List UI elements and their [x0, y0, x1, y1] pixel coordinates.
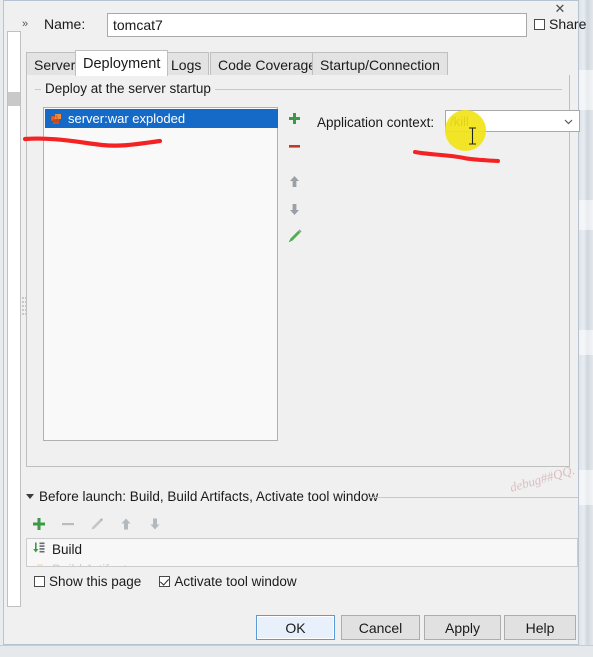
tab-deployment[interactable]: Deployment — [75, 50, 169, 76]
desktop-right-strip — [579, 0, 593, 657]
edit-button[interactable] — [284, 225, 305, 247]
artifacts-icon — [32, 561, 46, 566]
tree-selected-row[interactable] — [8, 92, 20, 106]
name-row: » Name: Share — [22, 13, 586, 39]
arrow-down-icon — [290, 203, 299, 215]
screenshot-root: ✕ » Name: Share Server Deployment Log — [0, 0, 593, 657]
before-launch-toolbar — [30, 512, 190, 536]
tab-code-coverage[interactable]: Code Coverage — [210, 52, 325, 75]
tab-startup-connection[interactable]: Startup/Connection — [312, 52, 448, 75]
apply-button[interactable]: Apply — [424, 615, 501, 640]
move-task-up-button[interactable] — [117, 515, 134, 534]
arrow-up-icon — [121, 518, 130, 530]
plus-icon — [32, 518, 45, 530]
build-icon — [32, 541, 46, 558]
task-label: Build Artifacts — [52, 562, 134, 567]
deployment-list[interactable]: server:war exploded — [43, 107, 278, 441]
show-this-page-label: Show this page — [49, 574, 142, 589]
before-launch-divider — [368, 497, 578, 498]
add-task-button[interactable] — [30, 515, 47, 534]
pencil-icon — [91, 518, 103, 530]
plus-icon — [289, 112, 300, 124]
list-item[interactable]: server:war exploded — [45, 109, 278, 128]
ok-button[interactable]: OK — [256, 615, 335, 640]
deploy-group: Deploy at the server startup server:war … — [35, 81, 580, 456]
share-checkbox-box[interactable] — [534, 18, 545, 30]
deployment-tab-panel: Deploy at the server startup server:war … — [26, 75, 580, 467]
cancel-button[interactable]: Cancel — [341, 615, 420, 640]
arrow-down-icon — [150, 518, 159, 530]
list-item[interactable]: Build Artifacts — [27, 559, 577, 567]
tab-logs[interactable]: Logs — [163, 52, 210, 75]
name-label: Name: — [44, 16, 86, 32]
show-this-page-checkbox-box[interactable] — [34, 576, 45, 587]
pencil-icon — [288, 229, 302, 242]
list-item[interactable]: Build — [27, 539, 577, 559]
minus-icon — [61, 523, 74, 526]
desktop-bottom-strip — [0, 645, 593, 657]
before-launch-header: Before launch: Build, Build Artifacts, A… — [26, 489, 378, 504]
help-button[interactable]: Help — [504, 615, 576, 640]
activate-tool-window-label: Activate tool window — [174, 574, 297, 589]
application-context-input[interactable] — [446, 112, 558, 130]
edit-task-button[interactable] — [88, 515, 105, 534]
name-input[interactable] — [107, 13, 527, 37]
watermark-text: debug##QQ. — [508, 462, 577, 495]
activate-tool-window-checkbox[interactable]: Activate tool window — [159, 574, 297, 589]
deploy-group-title: Deploy at the server startup — [41, 81, 215, 96]
move-up-button[interactable] — [284, 170, 305, 192]
tab-strip: Server Deployment Logs Code Coverage Sta… — [26, 50, 568, 76]
collapse-triangle-icon[interactable] — [26, 494, 34, 499]
application-context-combo[interactable] — [445, 110, 580, 132]
minus-icon — [289, 144, 300, 148]
application-context-label: Application context: — [317, 115, 435, 130]
bottom-checkbox-row: Show this page Activate tool window — [34, 574, 297, 589]
dialog-button-bar: OK Cancel Apply Help — [4, 609, 580, 646]
expand-panel-icon[interactable]: » — [22, 18, 28, 30]
deployment-list-toolbar — [283, 107, 306, 441]
share-label: Share — [549, 16, 587, 32]
list-item-label: server:war exploded — [68, 111, 186, 126]
activate-tool-window-checkbox-box[interactable] — [159, 576, 171, 587]
show-this-page-checkbox[interactable]: Show this page — [34, 574, 141, 589]
move-down-button[interactable] — [284, 198, 305, 220]
remove-task-button[interactable] — [59, 515, 76, 534]
artifact-icon — [50, 112, 63, 125]
chevron-down-icon[interactable] — [558, 111, 578, 131]
add-button[interactable] — [284, 107, 305, 129]
share-checkbox[interactable]: Share — [534, 16, 586, 32]
before-launch-task-list[interactable]: Build Build Artifacts — [26, 538, 578, 567]
configurations-tree-panel[interactable] — [7, 31, 21, 607]
before-launch-label: Before launch: Build, Build Artifacts, A… — [39, 489, 379, 504]
task-label: Build — [52, 541, 83, 557]
run-debug-configurations-dialog: ✕ » Name: Share Server Deployment Log — [3, 0, 586, 646]
arrow-up-icon — [290, 175, 299, 187]
move-task-down-button[interactable] — [146, 515, 163, 534]
remove-button[interactable] — [284, 135, 305, 157]
